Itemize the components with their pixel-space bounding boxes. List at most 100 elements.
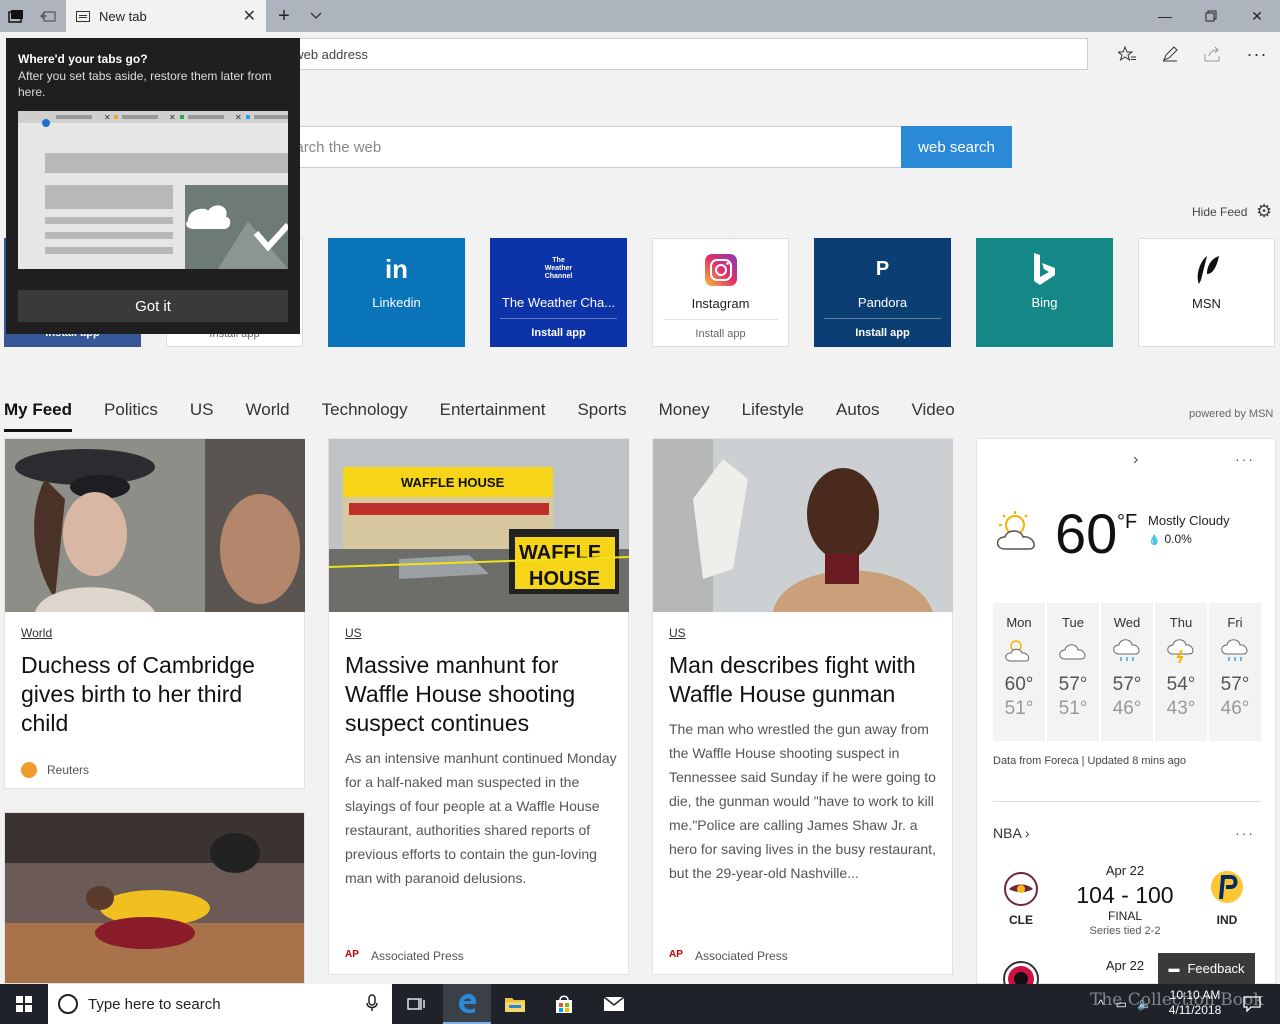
- day-high: 57°: [1058, 674, 1088, 695]
- news-image-waffle-house: WAFFLE HOUSE WAFFLE HOUSE: [328, 439, 630, 612]
- series-status: Series tied 2-2: [1089, 925, 1161, 937]
- news-description: As an intensive manhunt continued Monday…: [345, 750, 617, 886]
- tile-weather-channel[interactable]: The Weather Channel The Weather Cha... I…: [490, 238, 627, 347]
- temp-unit[interactable]: °F: [1117, 511, 1137, 534]
- got-it-button[interactable]: Got it: [18, 290, 288, 322]
- tab-my-feed[interactable]: My Feed: [4, 400, 73, 432]
- tabs-aside-icon[interactable]: [0, 0, 32, 32]
- news-title[interactable]: Massive manhunt for Waffle House shootin…: [345, 651, 605, 738]
- news-card-basketball[interactable]: [4, 812, 305, 984]
- more-icon[interactable]: ···: [1244, 42, 1270, 66]
- windows-start-icon[interactable]: [0, 984, 48, 1024]
- favorites-icon[interactable]: [1114, 42, 1140, 66]
- tile-install[interactable]: Install app: [663, 319, 778, 348]
- tab-money[interactable]: Money: [659, 400, 710, 432]
- tile-install[interactable]: Install app: [500, 318, 617, 347]
- share-icon[interactable]: [1200, 42, 1226, 66]
- day-high: 60°: [1004, 674, 1034, 695]
- forecast-day[interactable]: Fri 57° 46°: [1209, 603, 1261, 741]
- close-tab-icon[interactable]: ✕: [243, 6, 256, 26]
- tile-msn[interactable]: MSN: [1138, 238, 1275, 347]
- file-explorer-icon[interactable]: [491, 984, 539, 1024]
- tab-sports[interactable]: Sports: [577, 400, 626, 432]
- tab-video[interactable]: Video: [912, 400, 955, 432]
- microphone-icon[interactable]: [366, 994, 378, 1017]
- tile-install[interactable]: Install app: [824, 318, 941, 347]
- tab-politics[interactable]: Politics: [104, 400, 158, 432]
- cloudy-icon: [1047, 630, 1099, 670]
- minimize-icon[interactable]: —: [1142, 0, 1188, 32]
- pandora-icon: P: [875, 257, 890, 280]
- chevron-down-icon[interactable]: [300, 0, 332, 32]
- taskbar-search-input[interactable]: Type here to search: [48, 984, 392, 1024]
- news-category[interactable]: World: [21, 626, 52, 640]
- watermark: The Collection Book: [1090, 990, 1264, 1010]
- store-icon[interactable]: [540, 984, 588, 1024]
- feed-nav: My Feed Politics US World Technology Ent…: [4, 400, 987, 432]
- more-icon[interactable]: ···: [1235, 825, 1255, 841]
- news-card-manhunt[interactable]: WAFFLE HOUSE WAFFLE HOUSE US Massive man…: [328, 438, 630, 975]
- edge-icon[interactable]: [443, 984, 491, 1024]
- more-icon[interactable]: ···: [1235, 451, 1255, 467]
- news-source: AP Associated Press: [345, 949, 464, 963]
- web-search-input[interactable]: Search the web: [262, 126, 902, 168]
- thunderstorm-icon: [1155, 630, 1207, 670]
- tab-us[interactable]: US: [190, 400, 214, 432]
- tabs-aside-popup: Where'd your tabs go? After you set tabs…: [6, 38, 300, 334]
- tile-bing[interactable]: Bing: [976, 238, 1113, 347]
- new-tab-plus-icon[interactable]: +: [268, 0, 300, 32]
- forecast-day[interactable]: Mon 60° 51°: [993, 603, 1045, 741]
- day-name: Thu: [1169, 615, 1193, 630]
- tab-world[interactable]: World: [246, 400, 290, 432]
- tab-autos[interactable]: Autos: [836, 400, 879, 432]
- set-tabs-aside-icon[interactable]: [32, 0, 64, 32]
- forecast-day[interactable]: Thu 54° 43°: [1155, 603, 1207, 741]
- day-high: 57°: [1112, 674, 1142, 695]
- hide-feed-link[interactable]: Hide Feed: [1192, 205, 1247, 219]
- feedback-icon: ▬: [1168, 962, 1180, 975]
- forecast-day[interactable]: Wed 57° 46°: [1101, 603, 1153, 741]
- tab-new-tab[interactable]: New tab ✕: [66, 0, 266, 32]
- game-score[interactable]: 104 - 100: [1065, 882, 1185, 909]
- chevron-right-icon[interactable]: ›: [1133, 451, 1138, 469]
- forecast-day[interactable]: Tue 57° 51°: [1047, 603, 1099, 741]
- mail-icon[interactable]: [590, 984, 638, 1024]
- news-image-duchess: [5, 439, 305, 612]
- tile-instagram[interactable]: Instagram Install app: [652, 238, 789, 347]
- news-title[interactable]: Duchess of Cambridge gives birth to her …: [21, 651, 281, 738]
- day-name: Tue: [1062, 615, 1084, 630]
- tile-name: Instagram: [691, 296, 750, 311]
- feedback-button[interactable]: ▬ Feedback: [1158, 953, 1255, 984]
- task-view-icon[interactable]: [392, 984, 440, 1024]
- news-category[interactable]: US: [669, 626, 686, 640]
- news-card-fight[interactable]: US Man describes fight with Waffle House…: [652, 438, 953, 975]
- tile-pandora[interactable]: P Pandora Install app: [814, 238, 951, 347]
- tab-entertainment[interactable]: Entertainment: [440, 400, 546, 432]
- cavaliers-logo-icon: [1003, 871, 1039, 907]
- nba-link[interactable]: NBA ›: [993, 825, 1030, 841]
- current-temp: 60: [1055, 502, 1118, 565]
- news-card-duchess[interactable]: World Duchess of Cambridge gives birth t…: [4, 438, 305, 789]
- nba-label: NBA: [993, 825, 1022, 841]
- tab-label: New tab: [99, 8, 147, 24]
- tab-technology[interactable]: Technology: [322, 400, 408, 432]
- news-image-basketball: [5, 813, 304, 983]
- weather-credit[interactable]: Data from Foreca | Updated 8 mins ago: [993, 755, 1186, 767]
- svg-text:✕: ✕: [235, 113, 242, 122]
- address-bar[interactable]: Search or enter web address: [190, 38, 1088, 70]
- tab-lifestyle[interactable]: Lifestyle: [742, 400, 804, 432]
- restore-icon[interactable]: [1188, 0, 1234, 32]
- news-image-man: [653, 439, 953, 612]
- ap-logo-icon: AP: [345, 949, 359, 960]
- close-window-icon[interactable]: ✕: [1234, 0, 1280, 32]
- popup-illustration: ✕ ✕ ✕: [18, 111, 288, 269]
- gear-icon[interactable]: ⚙: [1256, 201, 1272, 222]
- web-search-button[interactable]: web search: [901, 126, 1012, 168]
- tile-linkedin[interactable]: in Linkedin: [328, 238, 465, 347]
- svg-text:✕: ✕: [169, 113, 176, 122]
- news-category[interactable]: US: [345, 626, 362, 640]
- taskbar: Type here to search ^ ▭ 🔈 10:10 AM 4/11/…: [0, 984, 1280, 1024]
- weather-condition: Mostly Cloudy: [1148, 513, 1230, 528]
- news-title[interactable]: Man describes fight with Waffle House gu…: [669, 651, 929, 709]
- pen-icon[interactable]: [1157, 42, 1183, 66]
